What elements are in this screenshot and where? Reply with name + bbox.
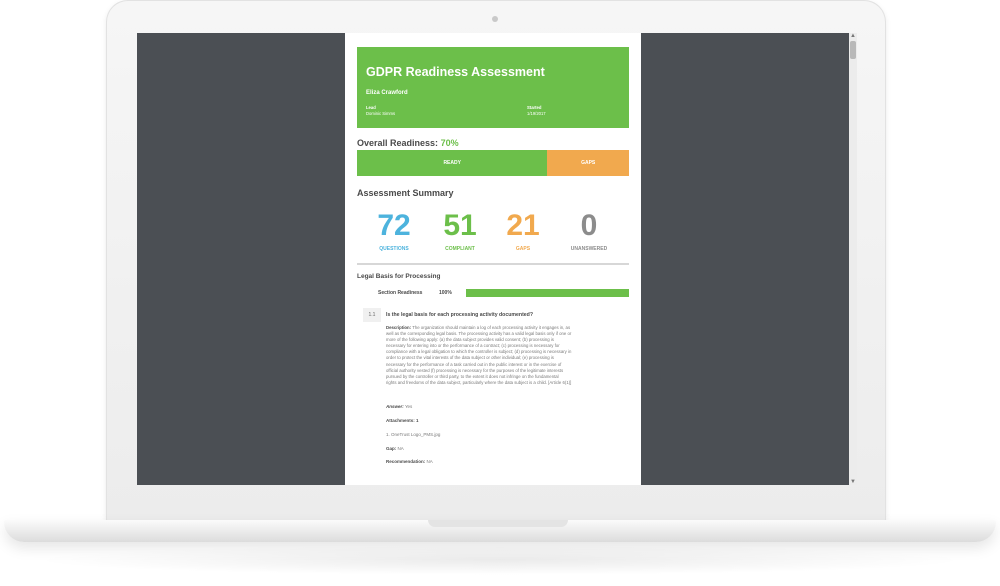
- stat-label: GAPS: [515, 246, 531, 252]
- section-readiness-fill: [466, 289, 629, 297]
- description-line: necessary for entering into or the perfo…: [386, 343, 560, 349]
- question-title: Is the legal basis for each processing a…: [386, 312, 534, 318]
- laptop-screen: ▲ ▼ GDPR Readiness Assessment Eliza Craw…: [137, 33, 857, 485]
- lead-info: Lead Dominic Simms: [366, 105, 395, 117]
- started-value: 1/19/2017: [527, 111, 546, 116]
- gap-row: Gap: NA: [386, 446, 404, 451]
- scroll-up-arrow-icon[interactable]: ▲: [850, 33, 856, 39]
- report-title: GDPR Readiness Assessment: [366, 65, 545, 79]
- gaps-segment: GAPS: [547, 150, 629, 176]
- stat-unanswered: 0 UNANSWERED: [556, 208, 622, 252]
- answer-label: Answer:: [386, 404, 404, 409]
- description-line: The organization should maintain a log o…: [412, 325, 571, 330]
- gap-value: NA: [397, 446, 404, 451]
- description-line: order to protect the vital interests of …: [386, 355, 554, 361]
- description-line: more of the following apply: (a) the dat…: [386, 337, 554, 343]
- stat-gaps: 21 GAPS: [490, 208, 556, 252]
- scroll-down-arrow-icon[interactable]: ▼: [850, 479, 856, 485]
- gap-label: Gap:: [386, 446, 397, 451]
- stat-value: 72: [377, 209, 411, 242]
- stat-value: 51: [443, 209, 477, 242]
- report-header: GDPR Readiness Assessment Eliza Crawford…: [357, 47, 629, 128]
- section-readiness-percent: 100%: [439, 290, 452, 296]
- readiness-bar: READY GAPS: [357, 150, 629, 176]
- attachment-link[interactable]: 1. OneTrust Logo_PMS.jpg: [386, 432, 440, 437]
- ready-segment: READY: [357, 150, 548, 176]
- attachments-row: Attachments: 1: [386, 418, 419, 423]
- description-line: well as the corresponding legal basis. T…: [386, 331, 572, 337]
- overall-readiness: Overall Readiness: 70%: [357, 138, 459, 148]
- stat-value: 0: [580, 209, 598, 242]
- answer-value: Yes: [404, 404, 413, 409]
- question-number: 1.1: [363, 308, 381, 322]
- summary-title: Assessment Summary: [357, 188, 454, 198]
- stat-label: COMPLIANT: [445, 246, 475, 252]
- description-label: Description:: [386, 325, 412, 330]
- section-readiness-bar: [466, 289, 629, 297]
- recommendation-row: Recommendation: NA: [386, 459, 433, 464]
- attachments-label: Attachments: 1: [386, 418, 419, 423]
- recommendation-value: NA: [426, 459, 433, 464]
- attachment-item[interactable]: 1. OneTrust Logo_PMS.jpg: [386, 432, 440, 437]
- lead-value: Dominic Simms: [366, 111, 396, 116]
- description-line: compliance with a legal obligation to wh…: [386, 349, 572, 355]
- description-line: official authority vested (f) processing…: [386, 367, 564, 373]
- stat-label: UNANSWERED: [570, 246, 608, 252]
- overall-readiness-percent: 70%: [440, 138, 459, 148]
- summary-divider: [357, 263, 629, 265]
- stat-value: 21: [506, 209, 540, 242]
- description-line: rights and freedoms of the data subject,…: [386, 379, 572, 385]
- respondent-name: Eliza Crawford: [366, 90, 408, 96]
- stat-questions: 72 QUESTIONS: [361, 208, 427, 252]
- stat-compliant: 51 COMPLIANT: [427, 208, 493, 252]
- laptop-shadow: [30, 545, 970, 575]
- recommendation-label: Recommendation:: [386, 459, 426, 464]
- overall-readiness-label: Overall Readiness:: [357, 138, 439, 148]
- question-description: Description: The organization should mai…: [386, 325, 616, 386]
- scroll-thumb[interactable]: [850, 41, 856, 59]
- description-line: necessary for the performance of a task …: [386, 361, 562, 367]
- description-line: pursued by the controller or third party…: [386, 373, 559, 379]
- report-page: GDPR Readiness Assessment Eliza Crawford…: [345, 33, 641, 485]
- laptop-notch: [428, 520, 568, 527]
- section-readiness-label: Section Readiness: [378, 290, 423, 296]
- scrollbar[interactable]: ▲ ▼: [849, 33, 857, 485]
- camera-icon: [492, 16, 498, 22]
- section-title: Legal Basis for Processing: [357, 273, 441, 280]
- started-info: Started 1/19/2017: [527, 105, 546, 117]
- stat-label: QUESTIONS: [379, 246, 409, 252]
- header-meta: Lead Dominic Simms Started 1/19/2017: [366, 105, 620, 123]
- answer-row: Answer: Yes: [386, 404, 412, 409]
